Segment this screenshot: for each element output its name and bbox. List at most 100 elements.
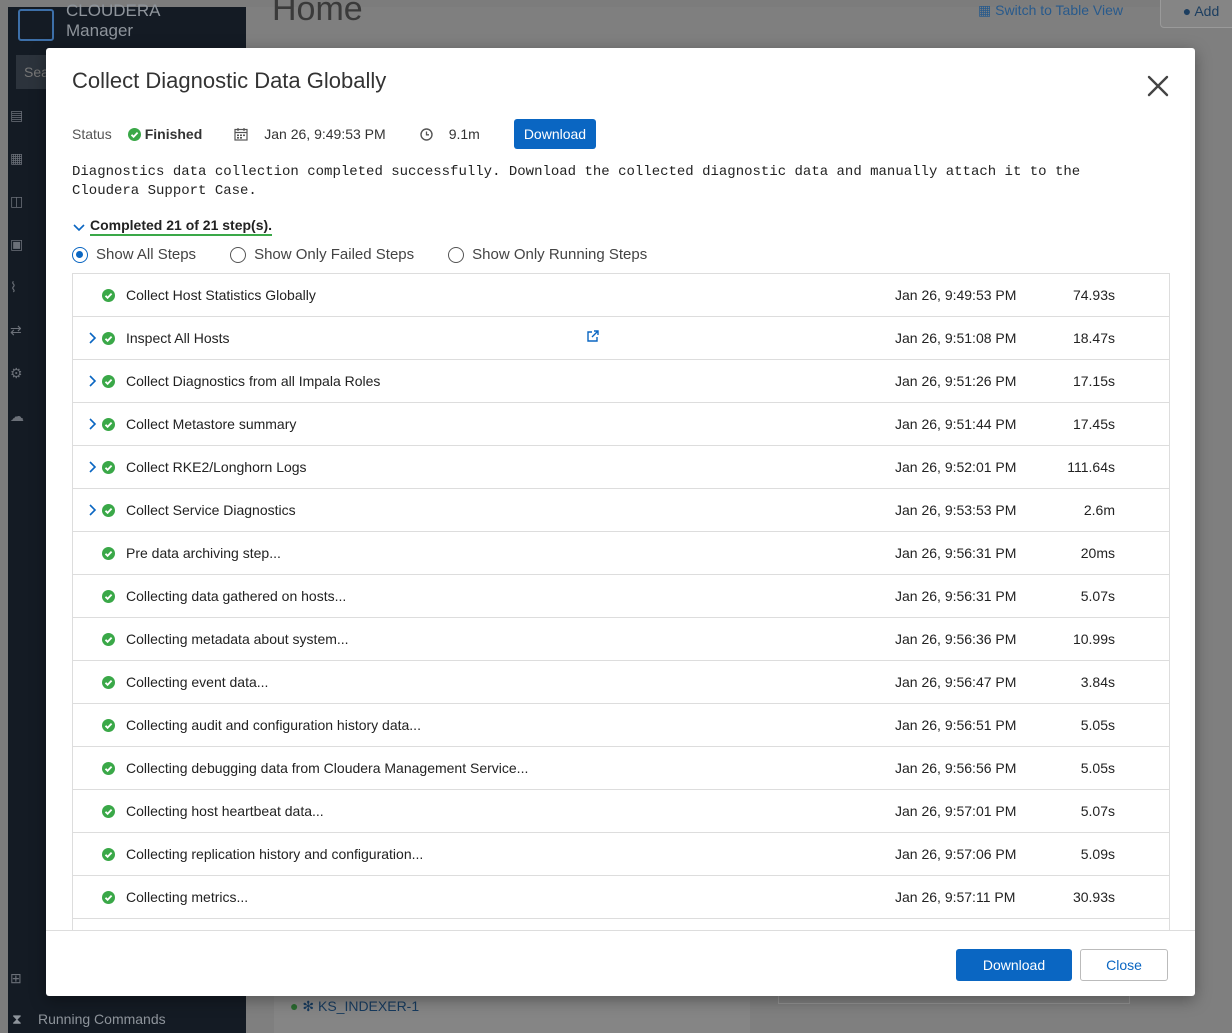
filter-running-steps[interactable]: Show Only Running Steps [448,246,647,263]
chevron-right-icon[interactable] [88,460,98,474]
chevron-right-icon[interactable] [88,331,98,345]
step-name: Collecting metadata about system... [126,631,349,647]
step-row[interactable]: Collect Service Diagnostics Jan 26, 9:53:… [73,489,1169,532]
step-row[interactable]: Collecting data gathered on hosts... Jan … [73,575,1169,618]
completed-steps-label: Completed 21 of 21 step(s). [90,217,273,236]
step-duration: 10.99s [1072,631,1115,647]
footer-close-button[interactable]: Close [1080,949,1168,981]
dialog-description: Diagnostics data collection completed su… [72,164,1081,199]
service-icon: ✻ [302,998,315,1014]
diagnostic-dialog: Collect Diagnostic Data Globally Status … [46,48,1195,996]
step-duration: 5.07s [1080,588,1115,604]
step-row[interactable]: Pre data archiving step... Jan 26, 9:56:3… [73,532,1169,575]
step-duration: 18.47s [1072,330,1115,346]
running-commands-link[interactable]: ⧗ Running Commands [8,1005,246,1033]
replication-icon[interactable]: ⇄ [10,322,28,340]
check-circle-icon [102,418,115,431]
step-time: Jan 26, 9:56:31 PM [895,588,1017,604]
step-duration: 111.64s [1067,459,1115,475]
check-circle-icon [102,805,115,818]
step-row[interactable]: Inspect All Hosts Jan 26, 9:51:08 PM 18.47… [73,317,1169,360]
brand-line-2: Manager [66,21,134,40]
dialog-title: Collect Diagnostic Data Globally [72,68,387,93]
step-row[interactable]: Collecting metadata about system... Jan 2… [73,618,1169,661]
check-circle-icon [102,762,115,775]
switch-view-label: Switch to Table View [995,2,1124,18]
step-row[interactable]: Collecting replication history and confi… [73,833,1169,876]
check-circle-icon [102,676,115,689]
download-button[interactable]: Download [513,119,597,149]
check-circle-icon [102,332,115,345]
audits-icon[interactable]: ▣ [10,236,28,254]
step-name: Collecting data gathered on hosts... [126,588,347,604]
step-row[interactable]: Collect RKE2/Longhorn Logs Jan 26, 9:52:0… [73,446,1169,489]
charts-icon[interactable]: ⌇ [10,279,28,297]
step-name: Collecting event data... [126,674,269,690]
filter-all-steps[interactable]: Show All Steps [72,246,196,263]
step-time: Jan 26, 9:52:01 PM [895,459,1017,475]
step-time: Jan 26, 9:57:01 PM [895,803,1017,819]
table-icon: ▦ [978,2,992,18]
step-duration: 17.45s [1072,416,1115,432]
clusters-icon[interactable]: ▤ [10,107,28,125]
step-name: Collect Host Statistics Globally [126,287,316,303]
total-duration: 9.1m [448,126,480,142]
cloud-icon[interactable]: ☁ [10,408,28,426]
step-row[interactable]: Collect Diagnostics from all Impala Role… [73,360,1169,403]
check-circle-icon [102,848,115,861]
check-circle-icon [127,127,141,141]
chevron-right-icon[interactable] [88,417,98,431]
ks-indexer-label: KS_INDEXER-1 [317,998,420,1014]
step-name: Collect Diagnostics from all Impala Role… [126,373,381,389]
hourglass-icon: ⧗ [12,1011,22,1027]
plus-icon: ● [1182,3,1192,19]
chevron-down-icon [73,223,85,231]
step-row[interactable]: Collecting audit and configuration histo… [73,704,1169,747]
step-row[interactable]: Collecting event data... Jan 26, 9:56:47 … [73,661,1169,704]
check-circle-icon [102,504,115,517]
brand-line-1: CLOUDERA [66,1,161,20]
clock-icon [419,127,433,141]
footer-download-button[interactable]: Download [956,949,1072,981]
radio-icon [448,246,465,263]
switch-view-link[interactable]: ▦ Switch to Table View [978,2,1123,19]
step-duration: 17.15s [1072,373,1115,389]
diagnostics-icon[interactable]: ◫ [10,193,28,211]
hosts-icon[interactable]: ▦ [10,150,28,168]
chevron-right-icon[interactable] [88,503,98,517]
administration-icon[interactable]: ⚙ [10,365,28,383]
calendar-icon [234,128,248,141]
step-duration: 30.93s [1072,889,1115,905]
step-name: Pre data archiving step... [126,545,281,561]
add-button[interactable]: ● Add [1160,0,1232,28]
step-row[interactable]: Collecting host heartbeat data... Jan 26,… [73,790,1169,833]
step-name: Collect Service Diagnostics [126,502,296,518]
chevron-right-icon[interactable] [88,374,98,388]
parcel-icon[interactable]: ⊞ [10,970,28,988]
add-label: Add [1194,3,1220,19]
step-duration: 5.05s [1080,717,1115,733]
status-value: Finished [144,126,203,142]
step-row[interactable]: Collecting metrics... Jan 26, 9:57:11 PM 3… [73,876,1169,919]
step-time: Jan 26, 9:56:47 PM [895,674,1017,690]
step-time: Jan 26, 9:56:56 PM [895,760,1017,776]
start-timestamp: Jan 26, 9:49:53 PM [264,126,386,142]
close-icon[interactable] [1145,73,1171,99]
step-row[interactable]: Collecting debugging data from Cloudera … [73,747,1169,790]
step-row[interactable]: Collect Host Statistics Globally Jan 26, … [73,274,1169,317]
ks-indexer-item[interactable]: ● ✻ KS_INDEXER-1 [290,998,419,1015]
completed-steps-toggle[interactable]: Completed 21 of 21 step(s). [72,217,273,236]
step-filter-group: Show All Steps Show Only Failed Steps Sh… [72,246,681,263]
filter-failed-steps[interactable]: Show Only Failed Steps [230,246,414,263]
check-circle-icon [102,375,115,388]
step-time: Jan 26, 9:51:08 PM [895,330,1017,346]
external-link-icon[interactable] [586,329,600,343]
step-name: Collecting host heartbeat data... [126,803,324,819]
step-time: Jan 26, 9:56:31 PM [895,545,1017,561]
radio-selected-icon [72,246,88,263]
filter-label: Show Only Running Steps [472,246,648,263]
steps-table: Collect Host Statistics Globally Jan 26, … [72,273,1170,931]
step-name: Collect Metastore summary [126,416,297,432]
step-name: Inspect All Hosts [126,330,230,346]
step-row[interactable]: Collect Metastore summary Jan 26, 9:51:44… [73,403,1169,446]
